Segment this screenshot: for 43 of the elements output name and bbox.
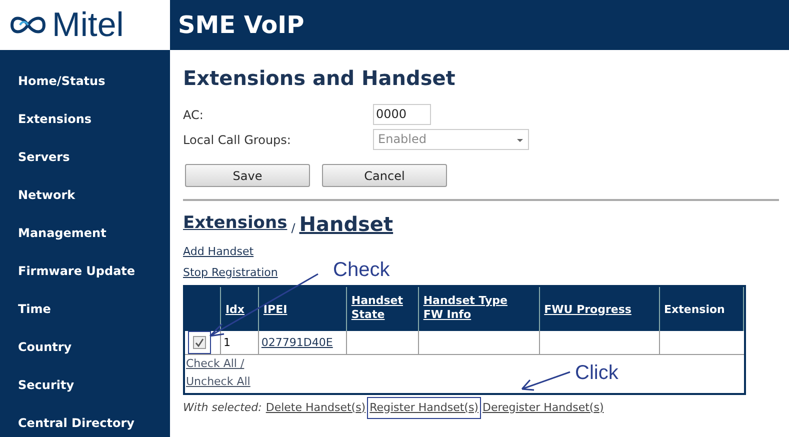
form-button[interactable]: Cancel [322, 164, 447, 187]
logo-text: Mitel [52, 8, 124, 42]
nav-item[interactable]: Home/Status [18, 72, 106, 91]
action-link[interactable]: Register Handset(s) [370, 400, 478, 416]
check-all-link[interactable]: Check All / [186, 354, 244, 372]
column-header[interactable]: Idx [225, 302, 245, 316]
nav-item[interactable]: Extensions [18, 110, 92, 129]
section-title: Handset [299, 212, 394, 236]
nav-item[interactable]: Country [18, 338, 72, 357]
breadcrumb-separator: / [291, 220, 296, 236]
dropdown[interactable]: Enabled [373, 129, 529, 150]
uncheck-all-link[interactable]: Uncheck All [186, 372, 250, 390]
nav-item[interactable]: Network [18, 186, 76, 205]
action-link[interactable]: Deregister Handset(s) [482, 400, 604, 416]
action-link[interactable]: Add Handset [183, 244, 254, 258]
nav-item[interactable]: Servers [18, 148, 70, 167]
check-icon [195, 338, 204, 348]
field-label: AC: [183, 106, 204, 124]
column-header[interactable]: Handset Type FW Info [423, 294, 524, 322]
text-field[interactable]: 0000 [373, 104, 431, 125]
field-label: Local Call Groups: [183, 132, 292, 148]
breadcrumb-link[interactable]: Extensions [183, 211, 288, 236]
action-link[interactable]: Stop Registration [183, 266, 278, 278]
nav-item[interactable]: Firmware Update [18, 262, 136, 281]
ipei-link[interactable]: 027791D40E [261, 336, 333, 349]
page-title: Extensions and Handset [183, 68, 456, 88]
nav-item[interactable]: Central Directory [18, 414, 134, 433]
logo-icon [8, 14, 48, 36]
action-link[interactable]: Delete Handset(s) [266, 400, 366, 416]
nav-item[interactable]: Management [18, 224, 106, 243]
annotation-label: Click [575, 363, 618, 383]
actions-label: With selected: [183, 400, 262, 416]
form-button[interactable]: Save [185, 164, 310, 187]
nav-item[interactable]: Time [18, 300, 51, 319]
table-cell: 1 [223, 336, 230, 349]
caret-icon [516, 138, 524, 142]
column-header: Extension [664, 302, 725, 316]
column-header[interactable]: IPEI [263, 302, 288, 316]
app-title: SME VoIP [178, 10, 304, 41]
nav-item[interactable]: Security [18, 376, 74, 395]
annotation-label: Check [333, 260, 390, 280]
column-header[interactable]: Handset State [351, 294, 414, 322]
column-header[interactable]: FWU Progress [544, 302, 632, 316]
